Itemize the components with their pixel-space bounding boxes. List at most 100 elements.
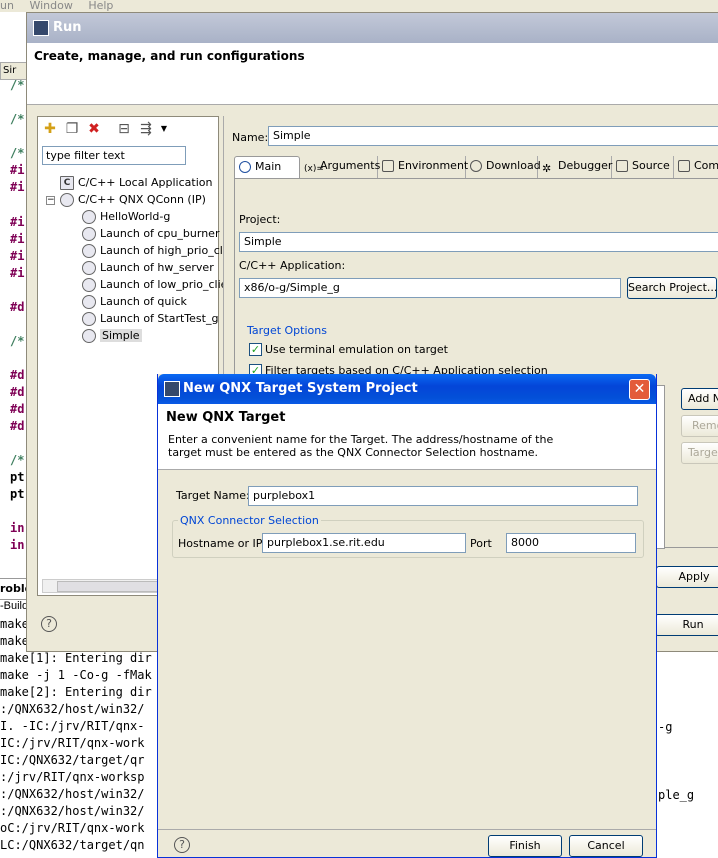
qnx-dialog-title: New QNX Target System Project: [183, 381, 418, 396]
tree-item-hw-server[interactable]: Launch of hw_server: [82, 260, 214, 276]
console-line: :/QNX632/host/win32/: [0, 787, 145, 801]
app-field[interactable]: x86/o-g/Simple_g: [239, 278, 621, 298]
console-line-fragment: ple_g: [658, 788, 695, 802]
menu-run[interactable]: un: [0, 0, 14, 12]
duplicate-config-icon[interactable]: ❐: [64, 121, 80, 137]
code-line: in: [10, 521, 25, 535]
search-project-button[interactable]: Search Project...: [627, 277, 717, 299]
run-button[interactable]: Run: [655, 614, 718, 636]
code-line: /*: [10, 146, 25, 160]
bug-icon: ✲: [542, 162, 552, 175]
name-label: Name:: [232, 131, 269, 144]
collapse-all-icon[interactable]: ⊟: [116, 121, 132, 137]
tree-item-local-app[interactable]: C C/C++ Local Application: [60, 175, 212, 191]
tree-item-simple[interactable]: Simple: [82, 328, 142, 344]
code-line: /*: [10, 453, 25, 467]
new-config-icon[interactable]: ✚: [42, 121, 58, 137]
close-button[interactable]: ✕: [629, 379, 650, 400]
target-name-label: Target Name:: [176, 489, 250, 502]
remove-target-button[interactable]: Remo: [681, 415, 718, 437]
project-field[interactable]: Simple: [239, 232, 718, 252]
console-line: :/QNX632/host/win32/: [0, 702, 145, 716]
console-line: make -j 1 -Co-g -fMak: [0, 668, 152, 682]
launch-config-icon: [82, 210, 96, 224]
code-line: #i: [10, 215, 25, 229]
tab-environment[interactable]: Environment: [378, 156, 468, 178]
menu-help[interactable]: Help: [88, 0, 113, 12]
qnx-group-icon: [60, 193, 74, 207]
run-header-title: Create, manage, and run configurations: [34, 49, 305, 63]
new-qnx-target-dialog: New QNX Target System Project ✕ New QNX …: [157, 374, 657, 858]
launch-config-icon: [82, 244, 96, 258]
filter-icon[interactable]: ⇶: [138, 121, 154, 137]
download-icon: [470, 160, 482, 172]
target-properties-button[interactable]: Target: [681, 442, 718, 464]
tree-item-cpu-burner[interactable]: Launch of cpu_burner: [82, 226, 219, 242]
apply-button[interactable]: Apply: [656, 566, 718, 588]
launch-config-icon: [82, 227, 96, 241]
run-header: Create, manage, and run configurations: [27, 43, 718, 105]
main-tab-icon: [239, 161, 251, 173]
code-line: #d: [10, 300, 25, 314]
add-new-target-button[interactable]: Add Ne: [681, 388, 718, 410]
qnx-header-title: New QNX Target: [166, 410, 286, 425]
tab-main[interactable]: Main: [234, 156, 300, 178]
launch-config-icon: [82, 312, 96, 326]
help-icon[interactable]: ?: [41, 616, 57, 632]
tree-item-helloworld[interactable]: HelloWorld-g: [82, 209, 170, 225]
tree-item-quick[interactable]: Launch of quick: [82, 294, 187, 310]
code-line: #i: [10, 163, 25, 177]
filter-input[interactable]: type filter text: [42, 146, 186, 165]
config-tabs: Main (x)= Arguments Environment Download …: [234, 156, 718, 178]
menu-window[interactable]: Window: [29, 0, 72, 12]
code-line: /*: [10, 112, 25, 126]
code-line: pt: [10, 470, 25, 484]
tab-download[interactable]: Download: [466, 156, 541, 178]
console-line: :/QNX632/host/win32/: [0, 804, 145, 818]
hostname-label: Hostname or IP:: [178, 537, 267, 550]
tab-common[interactable]: Com: [674, 156, 718, 178]
help-icon[interactable]: ?: [174, 837, 190, 853]
collapse-toggle-icon[interactable]: −: [46, 196, 55, 205]
console-line: LC:/QNX632/target/qn: [0, 838, 145, 852]
code-line: #i: [10, 232, 25, 246]
code-line: pt: [10, 487, 25, 501]
environment-icon: [382, 160, 394, 172]
source-icon: [616, 160, 628, 172]
chevron-down-icon[interactable]: ▼: [156, 121, 172, 137]
ide-menubar: un Window Help: [0, 0, 718, 12]
eclipse-app-icon: [33, 20, 49, 36]
run-titlebar[interactable]: Run: [27, 13, 718, 43]
c-app-icon: C: [60, 176, 74, 190]
tree-item-qnx-qconn[interactable]: C/C++ QNX QConn (IP): [60, 192, 206, 208]
hostname-field[interactable]: purplebox1.se.rit.edu: [262, 533, 466, 553]
tab-arguments[interactable]: (x)= Arguments: [300, 156, 380, 178]
footer-divider: [158, 829, 656, 830]
arguments-icon: (x)=: [304, 164, 324, 174]
editor-area: Sir /*/*/* #i #i #i #i #i #i #d/* #d #d #d #d/* pt pt…: [0, 12, 28, 612]
common-icon: [678, 160, 690, 172]
tab-source[interactable]: Source: [612, 156, 674, 178]
tree-item-low-prio[interactable]: Launch of low_prio_clie: [82, 277, 227, 293]
delete-config-icon[interactable]: ✖: [86, 121, 102, 137]
qnx-header-description: Enter a convenient name for the Target. …: [168, 433, 554, 459]
qnx-titlebar[interactable]: New QNX Target System Project ✕: [158, 374, 656, 404]
port-field[interactable]: 8000: [506, 533, 636, 553]
eclipse-app-icon: [164, 381, 180, 397]
tab-debugger[interactable]: ✲ Debugger: [538, 156, 612, 178]
run-title: Run: [53, 20, 82, 35]
console-line: IC:/QNX632/target/qr: [0, 753, 145, 767]
cancel-button[interactable]: Cancel: [569, 835, 643, 857]
code-line: /*: [10, 78, 25, 92]
project-label: Project:: [239, 213, 281, 226]
app-label: C/C++ Application:: [239, 259, 346, 272]
target-name-field[interactable]: purplebox1: [248, 486, 638, 506]
tree-item-starttest[interactable]: Launch of StartTest_g: [82, 311, 218, 327]
console-line: oC:/jrv/RIT/qnx-work: [0, 821, 145, 835]
finish-button[interactable]: Finish: [488, 835, 562, 857]
tree-item-high-prio[interactable]: Launch of high_prio_cli: [82, 243, 226, 259]
code-line: #d: [10, 368, 25, 382]
use-terminal-checkbox[interactable]: ✓: [249, 343, 262, 356]
console-line: :/jrv/RIT/qnx-worksp: [0, 770, 145, 784]
name-field[interactable]: Simple: [268, 126, 718, 146]
